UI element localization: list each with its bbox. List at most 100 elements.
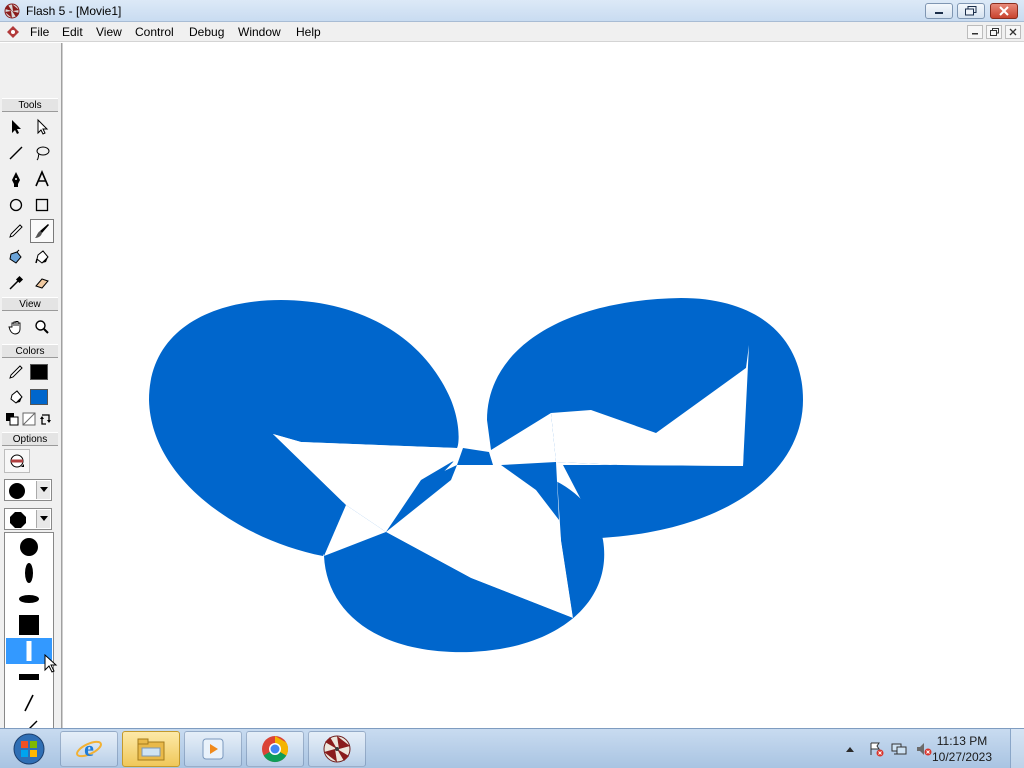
taskbar-chrome[interactable] bbox=[246, 731, 304, 767]
eraser-icon bbox=[35, 278, 49, 289]
fill-color-bucket bbox=[6, 386, 26, 408]
circle-brush-icon bbox=[20, 538, 38, 556]
taskbar-media-player[interactable] bbox=[184, 731, 242, 767]
tray-overflow-button[interactable] bbox=[844, 731, 856, 767]
doc-close-button[interactable] bbox=[1005, 25, 1021, 39]
fill-color-swatch[interactable] bbox=[30, 389, 48, 405]
swap-colors-icon bbox=[40, 414, 51, 425]
vertical-rect-brush-icon bbox=[26, 641, 32, 661]
swap-colors-button[interactable] bbox=[38, 410, 54, 428]
brush-shape-ellipse-vertical[interactable] bbox=[6, 560, 52, 586]
restore-icon bbox=[989, 28, 999, 36]
pencil-tool[interactable] bbox=[4, 219, 28, 243]
zoom-tool[interactable] bbox=[30, 315, 54, 339]
menu-bar: File Edit View Control Debug Window Help bbox=[0, 22, 1024, 42]
menu-debug[interactable]: Debug bbox=[189, 25, 224, 39]
rectangle-icon bbox=[35, 198, 49, 212]
flash-icon bbox=[323, 735, 351, 763]
paint-bucket-tool[interactable] bbox=[30, 245, 54, 269]
stroke-color-swatch[interactable] bbox=[30, 364, 48, 380]
paint-bucket-icon bbox=[35, 250, 49, 264]
rectangle-tool[interactable] bbox=[30, 193, 54, 217]
brush-size-preview bbox=[9, 483, 25, 499]
blue-shape-group bbox=[149, 298, 803, 653]
tools-section-header: Tools bbox=[2, 98, 58, 112]
brush-shape-diagonal-thin[interactable] bbox=[6, 690, 52, 716]
network-icon bbox=[891, 743, 907, 755]
tray-network[interactable] bbox=[890, 731, 910, 767]
no-color-button[interactable] bbox=[21, 410, 37, 428]
taskbar: e 11:13 PM 10/27/2023 bbox=[0, 728, 1024, 768]
magnifier-icon bbox=[35, 320, 49, 334]
menu-window[interactable]: Window bbox=[238, 25, 281, 39]
vertical-ellipse-brush-icon bbox=[25, 563, 33, 583]
ink-bottle-tool[interactable] bbox=[4, 245, 28, 269]
brush-mode-icon bbox=[10, 454, 24, 468]
square-brush-icon bbox=[19, 615, 39, 635]
no-color-icon bbox=[22, 412, 36, 426]
menu-view[interactable]: View bbox=[96, 25, 122, 39]
default-colors-icon bbox=[6, 413, 19, 426]
dropdown-arrow[interactable] bbox=[36, 510, 50, 528]
brush-tool[interactable] bbox=[30, 219, 54, 243]
brush-shape-dropdown[interactable] bbox=[4, 508, 52, 530]
minimize-button[interactable] bbox=[925, 3, 953, 19]
taskbar-flash[interactable] bbox=[308, 731, 366, 767]
oval-icon bbox=[9, 198, 23, 212]
menu-help[interactable]: Help bbox=[296, 25, 321, 39]
pen-icon bbox=[12, 172, 20, 187]
brush-size-dropdown[interactable] bbox=[4, 479, 52, 501]
restore-button[interactable] bbox=[957, 3, 985, 19]
start-button-icon[interactable] bbox=[6, 731, 52, 767]
oval-tool[interactable] bbox=[4, 193, 28, 217]
pencil-icon bbox=[9, 365, 23, 379]
diagonal-thin-brush-icon bbox=[24, 694, 34, 712]
octagon-brush-icon bbox=[10, 512, 26, 528]
menu-control[interactable]: Control bbox=[135, 25, 174, 39]
system-clock[interactable]: 11:13 PM 10/27/2023 bbox=[922, 733, 1002, 765]
arrow-tool[interactable] bbox=[4, 115, 28, 139]
default-colors-button[interactable] bbox=[4, 410, 20, 428]
subselect-tool[interactable] bbox=[30, 115, 54, 139]
brush-shape-circle[interactable] bbox=[6, 534, 52, 560]
pen-tool[interactable] bbox=[4, 167, 28, 191]
doc-minimize-button[interactable] bbox=[967, 25, 983, 39]
brush-shape-ellipse-horizontal[interactable] bbox=[6, 586, 52, 612]
minimize-icon bbox=[935, 12, 943, 14]
file-explorer-icon bbox=[137, 738, 165, 761]
text-tool[interactable] bbox=[30, 167, 54, 191]
subselect-arrow-icon bbox=[37, 118, 49, 135]
lasso-tool[interactable] bbox=[30, 141, 54, 165]
stage-artwork bbox=[149, 298, 803, 653]
show-desktop-button[interactable] bbox=[1010, 729, 1024, 768]
movie-document-icon[interactable] bbox=[6, 25, 20, 39]
doc-restore-button[interactable] bbox=[986, 25, 1002, 39]
dropdown-arrow[interactable] bbox=[36, 481, 50, 499]
minimize-icon bbox=[972, 33, 978, 35]
hand-tool[interactable] bbox=[4, 315, 28, 339]
pencil-icon bbox=[9, 224, 23, 238]
flash-app-icon bbox=[4, 3, 20, 19]
horizontal-ellipse-brush-icon bbox=[19, 595, 39, 603]
hand-icon bbox=[8, 321, 21, 335]
eyedropper-tool[interactable] bbox=[4, 271, 28, 295]
options-section-header: Options bbox=[2, 432, 58, 446]
menu-file[interactable]: File bbox=[30, 25, 49, 39]
chevron-down-icon bbox=[39, 516, 48, 521]
title-bar: Flash 5 - [Movie1] bbox=[0, 0, 1024, 22]
ink-bottle-icon bbox=[9, 249, 22, 264]
taskbar-internet-explorer[interactable]: e bbox=[60, 731, 118, 767]
eraser-tool[interactable] bbox=[30, 271, 54, 295]
menu-edit[interactable]: Edit bbox=[62, 25, 83, 39]
chevron-down-icon bbox=[39, 487, 48, 492]
clock-time: 11:13 PM bbox=[936, 734, 988, 748]
stage-canvas[interactable] bbox=[62, 43, 1024, 728]
brush-shape-square[interactable] bbox=[6, 612, 52, 638]
line-tool[interactable] bbox=[4, 141, 28, 165]
taskbar-file-explorer[interactable] bbox=[122, 731, 180, 767]
tray-action-center[interactable] bbox=[866, 731, 886, 767]
close-button[interactable] bbox=[990, 3, 1018, 19]
brush-mode-button[interactable] bbox=[4, 449, 30, 473]
colors-section-header: Colors bbox=[2, 344, 58, 358]
media-player-icon bbox=[202, 738, 224, 760]
